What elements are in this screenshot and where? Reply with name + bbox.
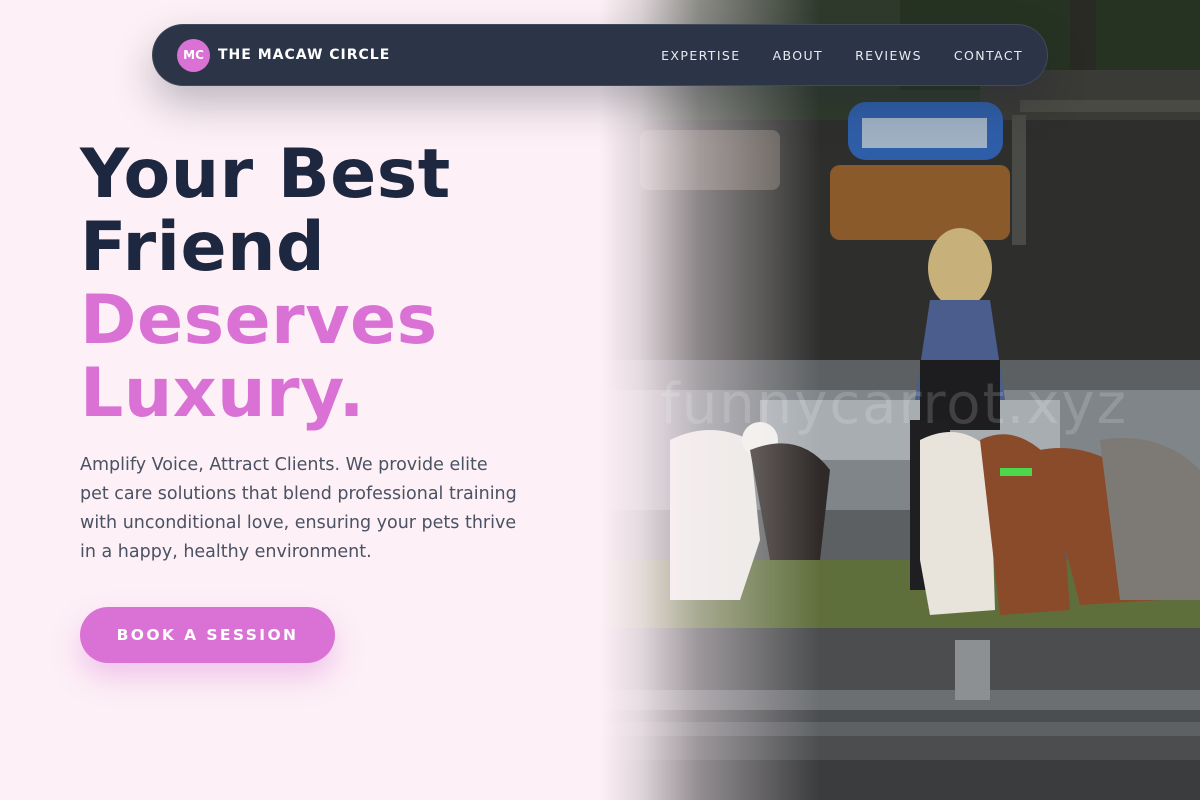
hero-title-line-1: Your Best bbox=[80, 135, 451, 214]
nav-links: EXPERTISE ABOUT REVIEWS CONTACT bbox=[661, 48, 1023, 63]
nav-link-expertise[interactable]: EXPERTISE bbox=[661, 48, 740, 63]
navbar: MC THE MACAW CIRCLE EXPERTISE ABOUT REVI… bbox=[152, 24, 1048, 86]
nav-link-reviews[interactable]: REVIEWS bbox=[855, 48, 922, 63]
book-session-button[interactable]: BOOK A SESSION bbox=[80, 607, 335, 663]
logo-badge: MC bbox=[177, 38, 210, 72]
hero-photo: funnycarrot.xyz bbox=[600, 0, 1200, 800]
hero-title: Your Best Friend Deserves Luxury. bbox=[80, 138, 451, 430]
hero-title-accent-line-2: Luxury. bbox=[80, 354, 365, 433]
image-watermark: funnycarrot.xyz bbox=[660, 372, 1128, 437]
hero-title-accent-line-1: Deserves bbox=[80, 281, 438, 360]
brand-name: THE MACAW CIRCLE bbox=[218, 47, 391, 63]
brand[interactable]: MC THE MACAW CIRCLE bbox=[177, 38, 391, 72]
nav-link-about[interactable]: ABOUT bbox=[773, 48, 824, 63]
hero-title-line-2: Friend bbox=[80, 208, 326, 287]
hero-description: Amplify Voice, Attract Clients. We provi… bbox=[80, 455, 517, 562]
nav-link-contact[interactable]: CONTACT bbox=[954, 48, 1023, 63]
